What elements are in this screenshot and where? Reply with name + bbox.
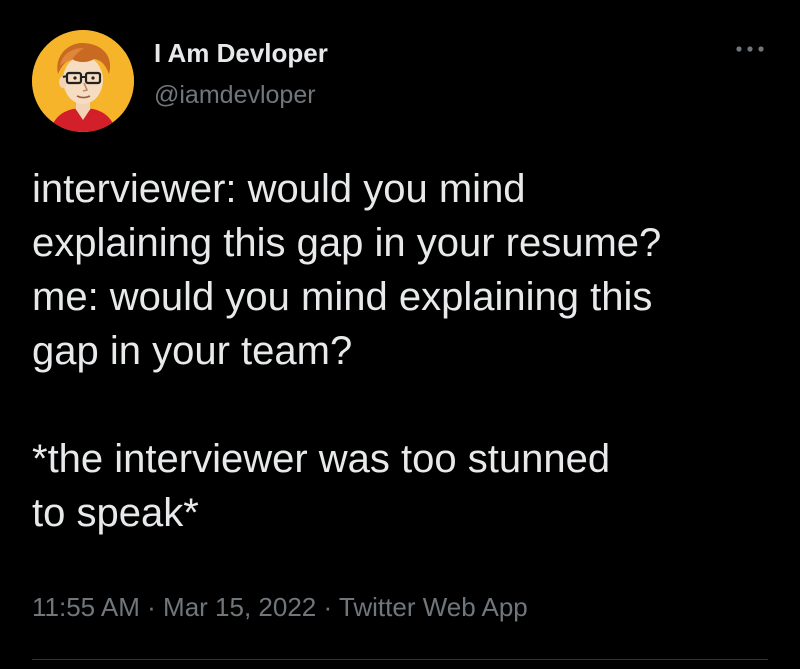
developer-avatar-icon <box>32 30 134 132</box>
tweet-date[interactable]: Mar 15, 2022 <box>163 592 316 622</box>
more-horizontal-icon <box>736 46 764 52</box>
user-info: I Am Devloper @iamdevloper <box>154 36 328 112</box>
avatar[interactable] <box>32 30 134 132</box>
divider <box>32 659 768 660</box>
tweet-metadata: 11:55 AM · Mar 15, 2022 · Twitter Web Ap… <box>32 590 528 624</box>
tweet-text: interviewer: would you mind explaining t… <box>32 167 662 535</box>
tweet-header: I Am Devloper @iamdevloper <box>32 30 772 132</box>
more-options-button[interactable] <box>728 32 772 66</box>
tweet-source[interactable]: Twitter Web App <box>339 592 528 622</box>
user-handle[interactable]: @iamdevloper <box>154 78 328 112</box>
tweet-card: I Am Devloper @iamdevloper interviewer: … <box>0 0 800 669</box>
meta-separator: · <box>139 592 164 622</box>
tweet-time[interactable]: 11:55 AM <box>32 592 140 622</box>
display-name[interactable]: I Am Devloper <box>154 36 328 70</box>
meta-separator: · <box>316 592 339 622</box>
